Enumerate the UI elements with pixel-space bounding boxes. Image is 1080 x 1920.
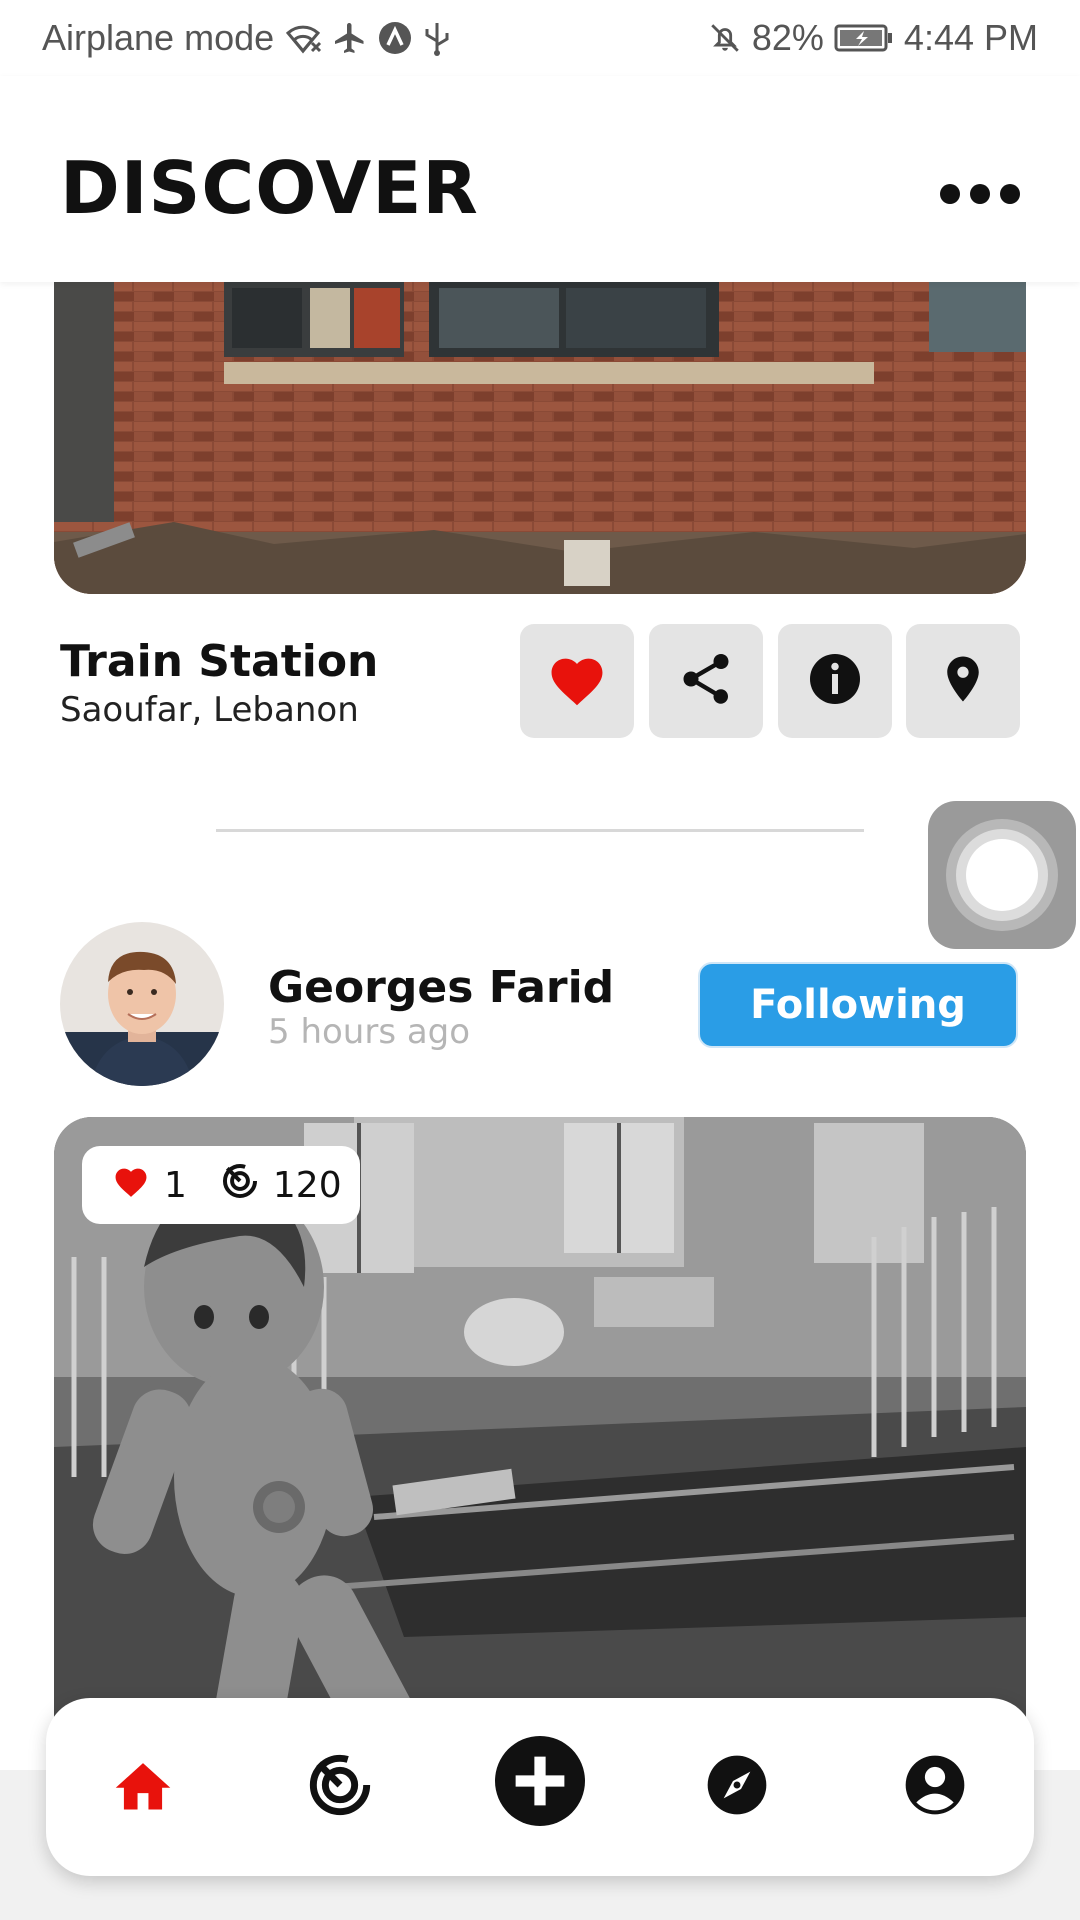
- page-title: DISCOVER: [60, 146, 479, 230]
- add-icon: [495, 1736, 585, 1830]
- nav-radar[interactable]: [295, 1742, 385, 1832]
- location-button[interactable]: [906, 624, 1020, 738]
- place-title: Train Station: [60, 636, 379, 687]
- battery-percent: 82%: [751, 17, 824, 58]
- profile-icon: [903, 1753, 967, 1821]
- home-icon: [110, 1755, 176, 1819]
- airplane-mode-text: Airplane mode: [42, 17, 275, 58]
- avatar[interactable]: [60, 922, 224, 1086]
- author-name[interactable]: Georges Farid: [268, 962, 614, 1013]
- nav-explore[interactable]: [692, 1742, 782, 1832]
- info-button[interactable]: [778, 624, 892, 738]
- wifi-icon: [284, 21, 322, 55]
- place-location: Saoufar, Lebanon: [60, 690, 359, 730]
- clock: 4:44 PM: [903, 17, 1038, 58]
- more-dot: [1000, 184, 1020, 204]
- app-a-icon: [378, 21, 412, 55]
- post-stats: 1 120: [82, 1146, 360, 1224]
- assistive-dot: [966, 839, 1038, 911]
- feed[interactable]: Train Station Saoufar, Lebanon Georges F…: [0, 282, 1080, 1920]
- status-bar: Airplane mode 82% 4:44 PM: [0, 0, 1080, 76]
- usb-icon: [422, 19, 452, 57]
- location-pin-icon: [936, 648, 990, 714]
- share-icon: [676, 649, 736, 713]
- following-button[interactable]: Following: [698, 962, 1018, 1048]
- nav-home[interactable]: [98, 1742, 188, 1832]
- more-dot: [940, 184, 960, 204]
- radar-icon: [308, 1753, 372, 1821]
- share-button[interactable]: [649, 624, 763, 738]
- post-time: 5 hours ago: [268, 1012, 471, 1052]
- info-icon: [805, 649, 865, 713]
- heart-icon: [546, 651, 608, 711]
- views-count: 120: [272, 1164, 342, 1206]
- assistive-ring: [946, 819, 1058, 931]
- header: DISCOVER: [0, 76, 1080, 282]
- notifications-off-icon: [708, 20, 742, 56]
- more-dot: [970, 184, 990, 204]
- battery-charging-icon: [834, 23, 894, 53]
- place-image[interactable]: [54, 282, 1026, 594]
- airplane-icon: [332, 20, 368, 56]
- nav-add[interactable]: [495, 1736, 585, 1830]
- heart-icon: [112, 1164, 150, 1207]
- like-button[interactable]: [520, 624, 634, 738]
- assistive-ring-inner: [956, 829, 1048, 921]
- compass-icon: [705, 1753, 769, 1821]
- bottom-navigation: [46, 1698, 1034, 1876]
- divider: [216, 829, 864, 832]
- nav-profile[interactable]: [890, 1742, 980, 1832]
- views-icon: [221, 1162, 259, 1209]
- likes-count: 1: [164, 1164, 187, 1206]
- assistive-touch-button[interactable]: [928, 801, 1076, 949]
- more-options-button[interactable]: [940, 176, 1020, 212]
